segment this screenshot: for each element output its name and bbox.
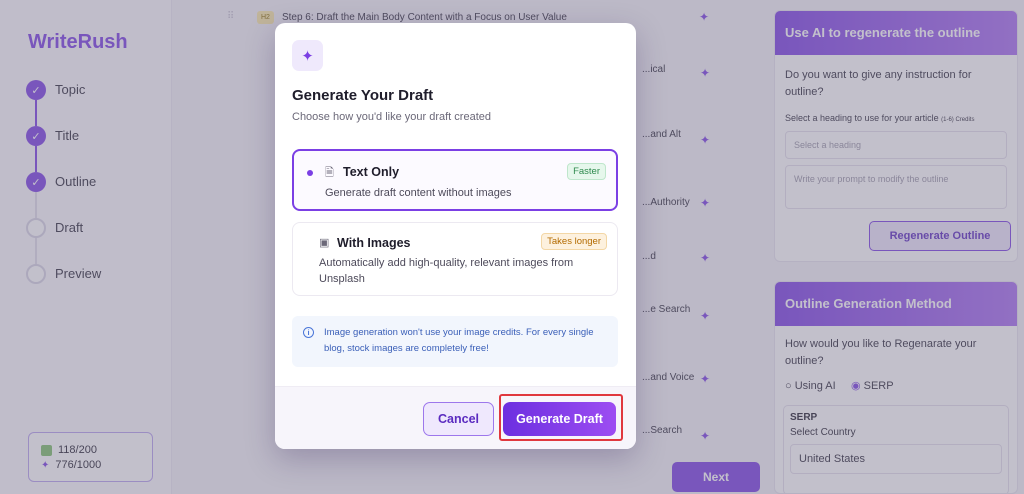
- generate-draft-modal: ✦ Generate Your Draft Choose how you'd l…: [275, 23, 636, 449]
- option-label: Text Only: [343, 165, 400, 179]
- modal-subtitle: Choose how you'd like your draft created: [292, 111, 491, 123]
- generate-draft-button[interactable]: Generate Draft: [503, 402, 616, 436]
- document-icon: 🗎: [325, 167, 334, 179]
- modal-footer: Cancel Generate Draft: [275, 386, 636, 449]
- option-text-only[interactable]: 🗎 Text Only Faster Generate draft conten…: [292, 149, 618, 211]
- cancel-button[interactable]: Cancel: [423, 402, 494, 436]
- modal-title: Generate Your Draft: [292, 87, 434, 104]
- option-label: With Images: [337, 236, 411, 250]
- takes-longer-badge: Takes longer: [541, 233, 607, 250]
- unselected-radio-icon: [302, 239, 308, 245]
- option-with-images[interactable]: ▣ With Images Takes longer Automatically…: [292, 222, 618, 296]
- info-icon: i: [303, 327, 314, 338]
- option-description: Generate draft content without images: [325, 187, 512, 199]
- info-text: Image generation won't use your image cr…: [324, 327, 594, 354]
- image-credits-info: i Image generation won't use your image …: [292, 316, 618, 367]
- sparkles-icon: ✦: [292, 40, 323, 71]
- image-icon: ▣: [319, 237, 330, 249]
- faster-badge: Faster: [567, 163, 606, 180]
- selected-radio-icon: [307, 170, 313, 176]
- option-description: Automatically add high-quality, relevant…: [319, 257, 574, 285]
